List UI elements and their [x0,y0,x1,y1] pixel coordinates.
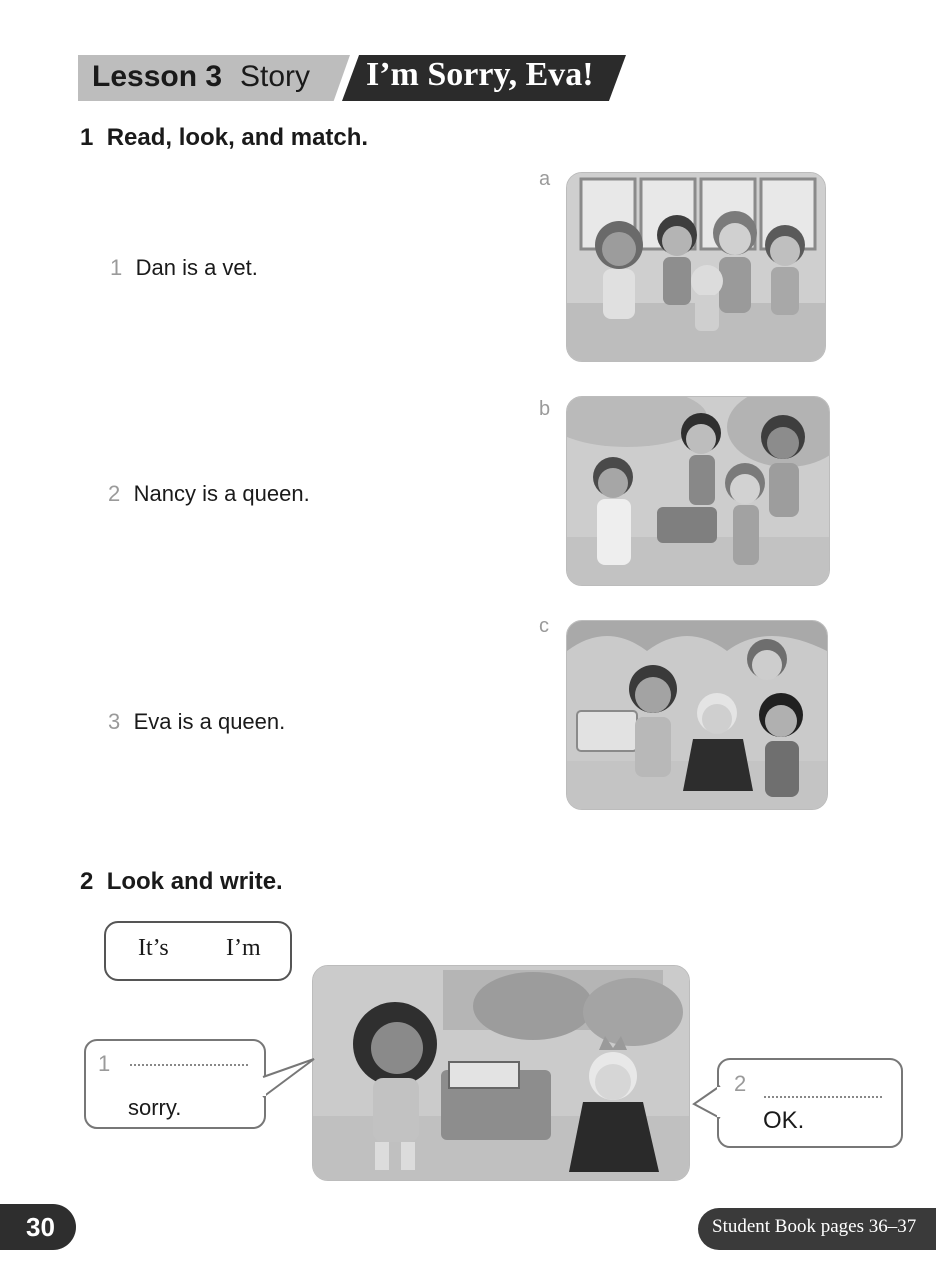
page-number: 30 [26,1212,55,1242]
bubble-1-text: sorry. [128,1095,182,1120]
sentence-3-number: 3 [108,709,121,734]
sentence-1: 1 Dan is a vet. [110,255,258,281]
sentence-2-text: Nancy is a queen. [133,481,310,506]
sentence-1-text: Dan is a vet. [135,255,258,280]
sentence-3-text: Eva is a queen. [133,709,286,734]
speech-bubble-1-shape [84,1039,315,1129]
picture-b[interactable] [566,396,830,586]
word-bank [104,921,292,981]
picture-a-letter: a [539,168,551,190]
activity-2-instruction: Look and write. [106,868,283,895]
sentence-2: 2 Nancy is a queen. [108,481,310,507]
picture-c-illustration [567,621,827,809]
picture-b-letter: b [539,398,551,420]
bubble-1-number: 1 [98,1051,111,1076]
story-label: Story [240,60,311,93]
word-bank-word-1: It’s [138,935,169,961]
picture-a[interactable] [566,172,826,362]
activity-1-heading: 1 Read, look, and match. [80,124,368,152]
activity-2-heading: 2 Look and write. [80,868,283,896]
activity-1-number: 1 [80,124,94,151]
bubble-2-text: OK. [763,1107,805,1134]
lesson-label: Lesson 3 [92,60,223,93]
bubble-2-number: 2 [734,1071,747,1096]
sentence-3: 3 Eva is a queen. [108,709,285,735]
bubble-1-answer-line[interactable] [130,1064,248,1066]
word-bank-word-2: I’m [226,935,261,961]
picture-c-letter: c [539,615,549,637]
page-title: I’m Sorry, Eva! [366,56,594,93]
speech-bubble-1 [82,1037,402,1137]
speech-bubble-2-shape [692,1058,903,1148]
bubble-2-answer-line[interactable] [764,1096,882,1098]
picture-b-illustration [567,397,829,585]
picture-a-illustration [567,173,825,361]
activity-1-instruction: Read, look, and match. [106,124,369,151]
speech-bubble-2 [692,1056,906,1152]
student-book-reference: Student Book pages 36–37 [712,1216,917,1237]
picture-c[interactable] [566,620,828,810]
activity-2-number: 2 [80,868,94,895]
sentence-2-number: 2 [108,481,121,506]
sentence-1-number: 1 [110,255,123,280]
